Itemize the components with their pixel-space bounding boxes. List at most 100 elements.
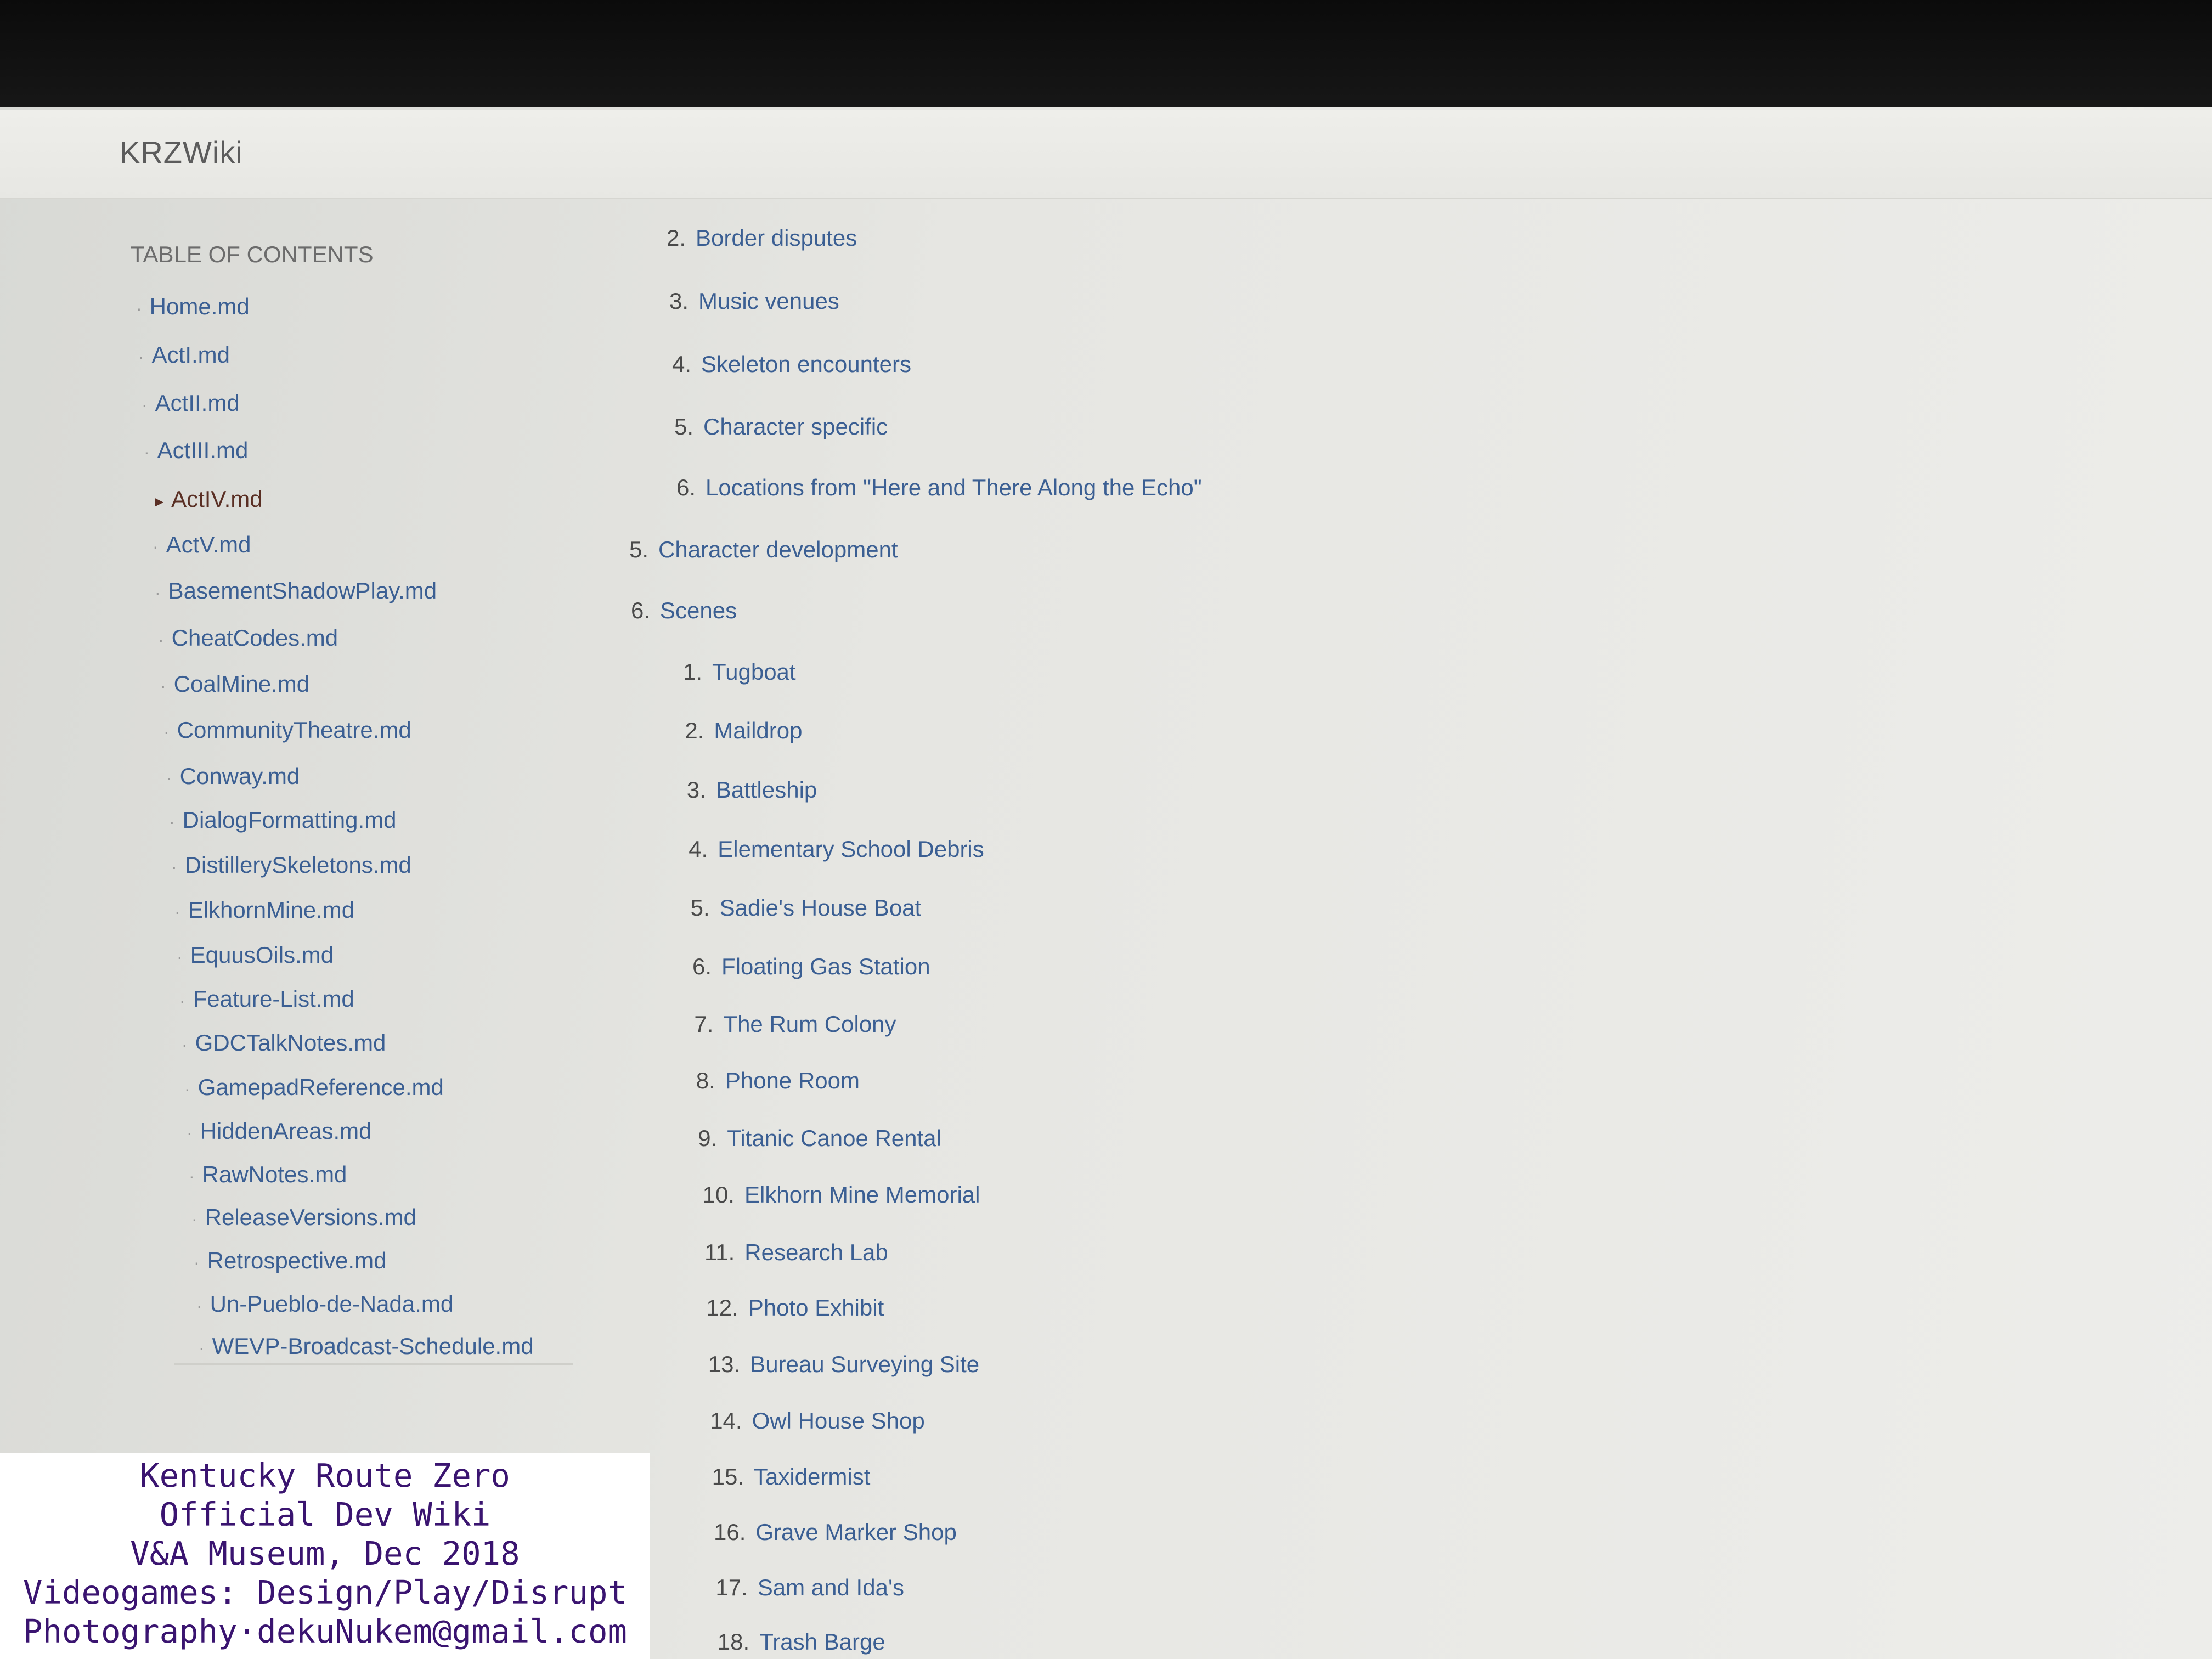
list-item: 17. Sam and Ida's xyxy=(715,1575,904,1601)
section-link[interactable]: Locations from "Here and There Along the… xyxy=(706,475,1202,500)
toc-divider xyxy=(174,1363,573,1365)
bullet-icon: · xyxy=(160,676,166,696)
toc-item-feature-list[interactable]: · Feature-List.md xyxy=(179,986,354,1012)
toc-item-label: ActII.md xyxy=(155,390,240,416)
toc-item-label: DialogFormatting.md xyxy=(182,807,397,833)
bullet-icon: · xyxy=(182,1035,188,1054)
toc-item-dialog-formatting[interactable]: · DialogFormatting.md xyxy=(169,807,396,833)
scene-link[interactable]: Elementary School Debris xyxy=(718,836,984,862)
top-navbar xyxy=(0,110,2212,199)
toc-item-label: RawNotes.md xyxy=(202,1161,347,1187)
item-number: 6. xyxy=(692,953,712,979)
list-item: 2. Maildrop xyxy=(685,718,802,744)
toc-item-coal-mine[interactable]: · CoalMine.md xyxy=(160,671,309,697)
scene-link[interactable]: Sam and Ida's xyxy=(758,1575,904,1600)
toc-item-label: ActIII.md xyxy=(157,437,249,463)
toc-item-wevp-broadcast-schedule[interactable]: · WEVP-Broadcast-Schedule.md xyxy=(199,1333,534,1359)
item-number: 17. xyxy=(715,1575,748,1600)
toc-item-label: GamepadReference.md xyxy=(198,1074,444,1100)
toc-item-act-i[interactable]: · ActI.md xyxy=(138,342,230,368)
bullet-icon: · xyxy=(169,812,175,832)
toc-item-act-v[interactable]: · ActV.md xyxy=(153,532,251,558)
list-item: 15. Taxidermist xyxy=(712,1464,871,1490)
list-item: 5. Sadie's House Boat xyxy=(691,895,922,921)
monitor-bezel xyxy=(0,0,2212,110)
bullet-icon: · xyxy=(174,902,180,922)
toc-item-elkhorn-mine[interactable]: · ElkhornMine.md xyxy=(174,897,354,923)
site-brand-link[interactable]: KRZWiki xyxy=(120,134,243,170)
scene-link[interactable]: Tugboat xyxy=(712,659,796,685)
item-number: 6. xyxy=(631,597,651,623)
list-item: 11. Research Lab xyxy=(704,1239,888,1266)
section-link[interactable]: Character development xyxy=(658,537,898,562)
toc-item-raw-notes[interactable]: · RawNotes.md xyxy=(189,1161,347,1188)
toc-item-equus-oils[interactable]: · EquusOils.md xyxy=(177,942,334,968)
bullet-icon: · xyxy=(194,1252,200,1272)
toc-item-un-pueblo-de-nada[interactable]: · Un-Pueblo-de-Nada.md xyxy=(196,1291,453,1317)
caption-line: Official Dev Wiki xyxy=(159,1496,491,1533)
scene-link[interactable]: Bureau Surveying Site xyxy=(750,1351,979,1377)
scene-link[interactable]: Phone Room xyxy=(725,1068,860,1093)
toc-item-home[interactable]: · Home.md xyxy=(136,294,250,320)
toc-item-label: DistillerySkeletons.md xyxy=(184,852,411,878)
section-link[interactable]: Border disputes xyxy=(696,225,857,251)
item-number: 6. xyxy=(676,475,696,500)
toc-item-gamepad-reference[interactable]: · GamepadReference.md xyxy=(184,1074,444,1101)
toc-item-basement-shadow-play[interactable]: · BasementShadowPlay.md xyxy=(155,578,437,604)
section-link[interactable]: Scenes xyxy=(660,597,737,623)
caption-line: Photography·dekuNukem@gmail.com xyxy=(22,1612,628,1650)
item-number: 4. xyxy=(672,351,692,377)
bullet-icon: · xyxy=(153,537,159,556)
scene-link[interactable]: Floating Gas Station xyxy=(721,953,930,979)
toc-item-gdc-talk-notes[interactable]: · GDCTalkNotes.md xyxy=(182,1030,386,1056)
scene-link[interactable]: Battleship xyxy=(716,777,817,803)
bullet-icon: · xyxy=(142,395,148,415)
toc-item-act-iii[interactable]: · ActIII.md xyxy=(144,437,248,464)
scene-link[interactable]: The Rum Colony xyxy=(723,1011,896,1037)
list-item: 13. Bureau Surveying Site xyxy=(708,1351,979,1378)
scene-link[interactable]: Grave Marker Shop xyxy=(755,1519,956,1545)
toc-item-release-versions[interactable]: · ReleaseVersions.md xyxy=(191,1204,416,1231)
list-item: 4. Elementary School Debris xyxy=(689,836,984,862)
list-item: 8. Phone Room xyxy=(696,1068,860,1094)
toc-item-cheat-codes[interactable]: · CheatCodes.md xyxy=(158,625,338,651)
list-item: 4. Skeleton encounters xyxy=(672,351,911,377)
scene-link[interactable]: Elkhorn Mine Memorial xyxy=(744,1182,980,1207)
item-number: 18. xyxy=(717,1629,750,1655)
toc-item-distillery-skeletons[interactable]: · DistillerySkeletons.md xyxy=(171,852,411,878)
list-item: 6. Floating Gas Station xyxy=(692,953,930,980)
item-number: 12. xyxy=(706,1295,738,1321)
toc-item-label: ReleaseVersions.md xyxy=(205,1204,416,1230)
list-item: 3. Battleship xyxy=(687,777,817,803)
section-link[interactable]: Skeleton encounters xyxy=(701,351,911,377)
scene-link[interactable]: Trash Barge xyxy=(759,1629,885,1655)
bullet-icon: · xyxy=(136,298,142,318)
bullet-icon: · xyxy=(138,347,144,366)
toc-item-label: WEVP-Broadcast-Schedule.md xyxy=(212,1333,534,1359)
bullet-icon: · xyxy=(191,1209,198,1229)
toc-item-retrospective[interactable]: · Retrospective.md xyxy=(194,1248,386,1274)
toc-item-act-iv[interactable]: ▸ ActIV.md xyxy=(155,486,263,512)
toc-item-community-theatre[interactable]: · CommunityTheatre.md xyxy=(163,717,411,743)
toc-item-act-ii[interactable]: · ActII.md xyxy=(142,390,240,416)
scene-link[interactable]: Research Lab xyxy=(744,1239,888,1265)
scene-link[interactable]: Titanic Canoe Rental xyxy=(727,1125,941,1151)
bullet-icon: · xyxy=(144,442,150,462)
scene-link[interactable]: Maildrop xyxy=(714,718,802,743)
list-item: 9. Titanic Canoe Rental xyxy=(698,1125,941,1152)
item-number: 14. xyxy=(710,1408,742,1434)
toc-item-label: Conway.md xyxy=(179,763,300,789)
scene-link[interactable]: Sadie's House Boat xyxy=(720,895,922,921)
section-link[interactable]: Character specific xyxy=(703,414,888,439)
scene-link[interactable]: Taxidermist xyxy=(754,1464,870,1489)
toc-item-label: Retrospective.md xyxy=(207,1248,387,1273)
section-link[interactable]: Music venues xyxy=(698,288,839,314)
bullet-icon: · xyxy=(155,583,161,602)
list-item: 7. The Rum Colony xyxy=(694,1011,896,1037)
toc-item-conway[interactable]: · Conway.md xyxy=(166,763,300,789)
list-item: 12. Photo Exhibit xyxy=(706,1295,884,1321)
caption-line: V&A Museum, Dec 2018 xyxy=(130,1534,520,1572)
scene-link[interactable]: Owl House Shop xyxy=(752,1408,925,1434)
scene-link[interactable]: Photo Exhibit xyxy=(748,1295,884,1321)
toc-item-hidden-areas[interactable]: · HiddenAreas.md xyxy=(187,1118,371,1144)
